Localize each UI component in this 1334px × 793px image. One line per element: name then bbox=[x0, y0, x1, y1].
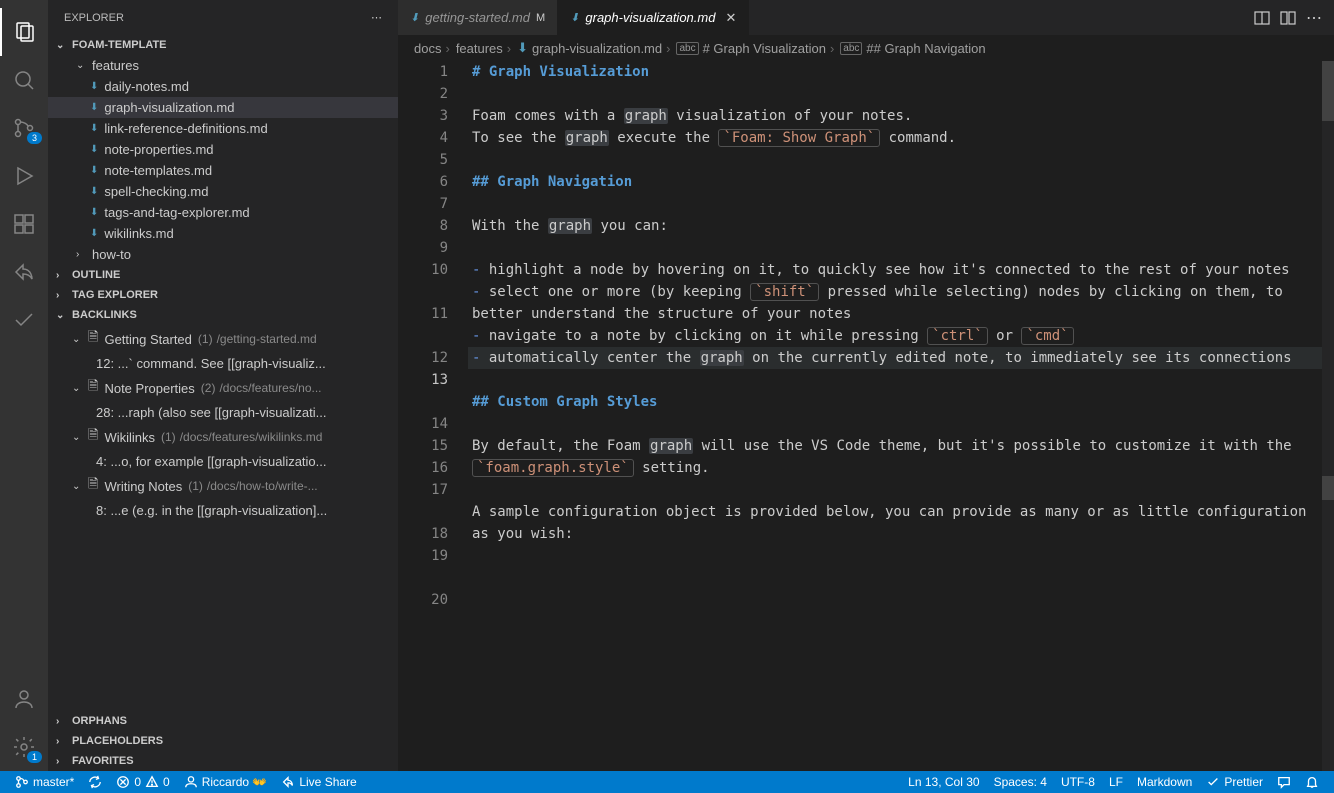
file-item[interactable]: ⬇link-reference-definitions.md bbox=[48, 118, 398, 139]
extensions-icon[interactable] bbox=[0, 200, 48, 248]
section-foam-template[interactable]: ⌄FOAM-TEMPLATE bbox=[48, 35, 398, 55]
code-editor[interactable]: 1 2 3 4 5 6 7 8 9 10 11 12 13 14 15 16 1… bbox=[398, 61, 1334, 771]
markdown-icon: ⬇ bbox=[90, 228, 98, 239]
liveshare-status[interactable]: Live Share bbox=[274, 775, 363, 789]
tabs: ⬇ getting-started.md M ⬇ graph-visualiza… bbox=[398, 0, 1334, 35]
section-outline[interactable]: ›OUTLINE bbox=[48, 265, 398, 285]
minimap[interactable] bbox=[1322, 61, 1334, 771]
folder-features[interactable]: ⌄features bbox=[48, 55, 398, 76]
accounts-icon[interactable] bbox=[0, 675, 48, 723]
markdown-icon: ⬇ bbox=[90, 81, 98, 92]
search-icon[interactable] bbox=[0, 56, 48, 104]
note-icon: 🗎 bbox=[88, 426, 98, 448]
statusbar: master* 0 0 Riccardo 👐 Live Share Ln 13,… bbox=[0, 771, 1334, 793]
scm-badge: 3 bbox=[27, 132, 42, 144]
backlink-line[interactable]: 8: ...e (e.g. in the [[graph-visualizati… bbox=[48, 500, 398, 521]
file-item[interactable]: ⬇note-properties.md bbox=[48, 139, 398, 160]
markdown-icon: ⬇ bbox=[517, 40, 528, 56]
sidebar-title: EXPLORER bbox=[64, 12, 124, 24]
file-item[interactable]: ⬇spell-checking.md bbox=[48, 181, 398, 202]
section-placeholders[interactable]: ›PLACEHOLDERS bbox=[48, 731, 398, 751]
markdown-icon: ⬇ bbox=[570, 11, 579, 24]
prettier-status[interactable]: Prettier bbox=[1199, 775, 1270, 789]
markdown-icon: ⬇ bbox=[90, 144, 98, 155]
crumb[interactable]: docs› bbox=[414, 41, 450, 56]
backlink-line[interactable]: 4: ...o, for example [[graph-visualizati… bbox=[48, 451, 398, 472]
file-item[interactable]: ⬇wikilinks.md bbox=[48, 223, 398, 244]
backlink-item[interactable]: ⌄🗎 Getting Started (1) /getting-started.… bbox=[48, 325, 398, 353]
breadcrumbs[interactable]: docs› features› ⬇ graph-visualization.md… bbox=[398, 35, 1334, 61]
language-status[interactable]: Markdown bbox=[1130, 775, 1199, 789]
section-backlinks[interactable]: ⌄BACKLINKS bbox=[48, 305, 398, 325]
markdown-icon: ⬇ bbox=[90, 102, 98, 113]
encoding-status[interactable]: UTF-8 bbox=[1054, 775, 1102, 789]
backlink-item[interactable]: ⌄🗎 Wikilinks (1) /docs/features/wikilink… bbox=[48, 423, 398, 451]
crumb[interactable]: abc## Graph Navigation bbox=[840, 41, 985, 56]
crumb[interactable]: abc# Graph Visualization› bbox=[676, 41, 834, 56]
split-preview-icon[interactable] bbox=[1254, 10, 1270, 26]
markdown-icon: ⬇ bbox=[90, 123, 98, 134]
cursor-position[interactable]: Ln 13, Col 30 bbox=[901, 775, 986, 789]
more-icon[interactable]: ⋯ bbox=[1306, 8, 1322, 28]
tab-graph-visualization[interactable]: ⬇ graph-visualization.md ✕ bbox=[558, 0, 749, 35]
folder-how-to[interactable]: ›how-to bbox=[48, 244, 398, 265]
backlink-line[interactable]: 12: ...` command. See [[graph-visualiz..… bbox=[48, 353, 398, 374]
section-favorites[interactable]: ›FAVORITES bbox=[48, 751, 398, 771]
run-debug-icon[interactable] bbox=[0, 152, 48, 200]
markdown-icon: ⬇ bbox=[410, 11, 419, 24]
user-status[interactable]: Riccardo 👐 bbox=[177, 775, 275, 789]
file-item[interactable]: ⬇note-templates.md bbox=[48, 160, 398, 181]
note-icon: 🗎 bbox=[88, 475, 98, 497]
check-icon[interactable] bbox=[0, 296, 48, 344]
gutter: 1 2 3 4 5 6 7 8 9 10 11 12 13 14 15 16 1… bbox=[398, 61, 468, 771]
backlink-item[interactable]: ⌄🗎 Writing Notes (1) /docs/how-to/write-… bbox=[48, 472, 398, 500]
file-item[interactable]: ⬇tags-and-tag-explorer.md bbox=[48, 202, 398, 223]
crumb[interactable]: ⬇ graph-visualization.md› bbox=[517, 40, 670, 56]
errors-status[interactable]: 0 0 bbox=[109, 775, 176, 789]
eol-status[interactable]: LF bbox=[1102, 775, 1130, 789]
close-icon[interactable]: ✕ bbox=[725, 10, 736, 26]
split-editor-icon[interactable] bbox=[1280, 10, 1296, 26]
share-icon[interactable] bbox=[0, 248, 48, 296]
section-orphans[interactable]: ›ORPHANS bbox=[48, 711, 398, 731]
sidebar: EXPLORER ⋯ ⌄FOAM-TEMPLATE ⌄features ⬇dai… bbox=[48, 0, 398, 771]
markdown-icon: ⬇ bbox=[90, 207, 98, 218]
activity-bar: 3 1 bbox=[0, 0, 48, 771]
tab-getting-started[interactable]: ⬇ getting-started.md M bbox=[398, 0, 558, 35]
feedback-icon[interactable] bbox=[1270, 775, 1298, 789]
note-icon: 🗎 bbox=[88, 328, 98, 350]
backlink-item[interactable]: ⌄🗎 Note Properties (2) /docs/features/no… bbox=[48, 374, 398, 402]
file-item[interactable]: ⬇graph-visualization.md bbox=[48, 97, 398, 118]
markdown-icon: ⬇ bbox=[90, 186, 98, 197]
branch-status[interactable]: master* bbox=[8, 775, 81, 789]
settings-icon[interactable]: 1 bbox=[0, 723, 48, 771]
editor-area: ⬇ getting-started.md M ⬇ graph-visualiza… bbox=[398, 0, 1334, 771]
file-item[interactable]: ⬇daily-notes.md bbox=[48, 76, 398, 97]
spaces-status[interactable]: Spaces: 4 bbox=[987, 775, 1054, 789]
code-lines[interactable]: # Graph Visualization Foam comes with a … bbox=[468, 61, 1334, 771]
markdown-icon: ⬇ bbox=[90, 165, 98, 176]
note-icon: 🗎 bbox=[88, 377, 98, 399]
bell-icon[interactable] bbox=[1298, 775, 1326, 789]
explorer-icon[interactable] bbox=[0, 8, 48, 56]
settings-badge: 1 bbox=[27, 751, 42, 763]
section-tag-explorer[interactable]: ›TAG EXPLORER bbox=[48, 285, 398, 305]
sidebar-header: EXPLORER ⋯ bbox=[48, 0, 398, 35]
source-control-icon[interactable]: 3 bbox=[0, 104, 48, 152]
backlink-line[interactable]: 28: ...raph (also see [[graph-visualizat… bbox=[48, 402, 398, 423]
crumb[interactable]: features› bbox=[456, 41, 511, 56]
sidebar-more-icon[interactable]: ⋯ bbox=[371, 11, 382, 24]
sync-status[interactable] bbox=[81, 775, 109, 789]
